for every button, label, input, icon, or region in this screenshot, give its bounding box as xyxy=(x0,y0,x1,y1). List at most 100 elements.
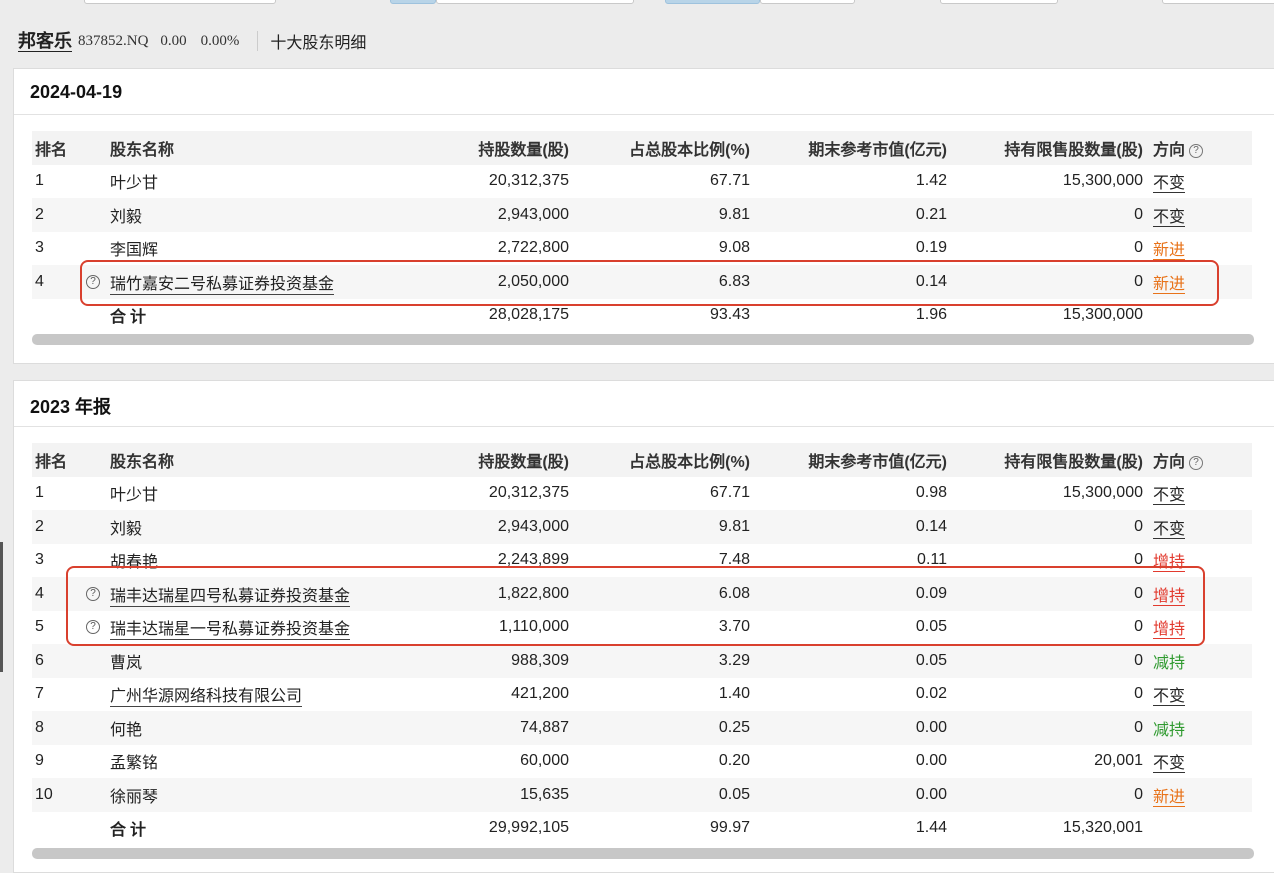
table-row: 2 刘毅 2,943,000 9.81 0.14 0 不变 xyxy=(32,510,1252,544)
share-ratio-cell: 0.05 xyxy=(569,778,750,812)
shareholder-name-cell: 叶少甘 xyxy=(110,476,404,510)
stock-name-link[interactable]: 邦客乐 xyxy=(18,31,72,52)
market-value-cell: 0.00 xyxy=(915,752,947,770)
total-restricted-shares: 15,320,001 xyxy=(1062,819,1143,837)
shareholder-name-cell: 孟繁铭 xyxy=(110,744,404,778)
info-cell xyxy=(76,678,110,712)
rank-cell: 10 xyxy=(32,778,76,812)
market-value-cell: 0.00 xyxy=(750,778,947,812)
total-share-ratio: 99.97 xyxy=(709,819,750,837)
direction-link[interactable]: 不变 xyxy=(1153,208,1186,227)
direction-link[interactable]: 新进 xyxy=(1153,242,1186,261)
column-header: 方向? xyxy=(1143,443,1252,477)
column-header: 排名 xyxy=(32,443,76,477)
stock-change-pct: 0.00% xyxy=(200,32,240,49)
direction-link[interactable]: 减持 xyxy=(1153,722,1185,739)
direction-link[interactable]: 不变 xyxy=(1153,520,1186,539)
info-cell xyxy=(76,711,110,745)
rank-cell: 1 xyxy=(35,172,44,190)
market-value-cell: 0.98 xyxy=(915,484,947,502)
total-label: 合计 xyxy=(110,811,404,845)
table-row: 7 广州华源网络科技有限公司 421,200 1.40 0.02 0 不变 xyxy=(32,677,1252,712)
column-header-label: 股东名称 xyxy=(110,453,175,471)
rank-cell xyxy=(32,299,76,333)
help-icon[interactable]: ? xyxy=(1189,143,1204,158)
header-divider xyxy=(257,31,259,51)
direction-link[interactable]: 不变 xyxy=(1153,755,1186,774)
direction-link[interactable]: 不变 xyxy=(1153,175,1186,194)
restricted-shares-cell: 0 xyxy=(947,510,1143,544)
shareholder-name: 刘毅 xyxy=(110,520,143,538)
section-title: 2024-04-19 xyxy=(30,82,123,102)
market-value-cell: 0.14 xyxy=(750,510,947,544)
table-header-row: 排名 股东名称 持股数量(股) 占总股本比例(%) 期末参考市值(亿元) 持有限售股数量(… xyxy=(32,131,1252,165)
total-shares-held: 29,992,105 xyxy=(488,819,569,837)
direction-link[interactable]: 不变 xyxy=(1153,688,1186,707)
shareholder-name-link[interactable]: 广州华源网络科技有限公司 xyxy=(110,688,303,708)
horizontal-scrollbar[interactable] xyxy=(32,334,1254,345)
share-ratio-cell: 1.40 xyxy=(718,685,750,703)
help-icon[interactable]: ? xyxy=(1189,455,1204,470)
restricted-shares-cell: 0 xyxy=(947,778,1143,812)
direction-link[interactable]: 新进 xyxy=(1153,788,1186,807)
shareholder-name-cell: 刘毅 xyxy=(110,198,404,232)
direction-cell: 不变 xyxy=(1143,165,1252,199)
info-cell xyxy=(76,165,110,199)
market-value-cell: 0.02 xyxy=(915,685,947,703)
column-header-label: 期末参考市值(亿元) xyxy=(808,141,947,159)
rank-cell: 4 xyxy=(32,265,76,299)
column-header: 期末参考市值(亿元) xyxy=(750,443,947,477)
toolbar-select-2[interactable] xyxy=(1162,0,1274,4)
direction-link[interactable]: 减持 xyxy=(1153,655,1185,672)
rank-cell: 1 xyxy=(35,484,44,502)
column-header: 占总股本比例(%) xyxy=(569,443,750,477)
info-cell xyxy=(76,812,110,846)
toolbar-select[interactable] xyxy=(940,0,1058,4)
info-cell xyxy=(76,778,110,812)
toolbar-segment-active[interactable] xyxy=(665,0,760,4)
table-row: 1 叶少甘 20,312,375 67.71 1.42 15,300,000 不变 xyxy=(32,164,1252,199)
table-row: 2 刘毅 2,943,000 9.81 0.21 0 不变 xyxy=(32,198,1252,232)
rank-cell: 7 xyxy=(35,685,44,703)
shareholder-name-cell: 徐丽琴 xyxy=(110,778,404,812)
divider xyxy=(14,114,1274,115)
shareholder-name: 徐丽琴 xyxy=(110,788,159,806)
shares-held-cell: 20,312,375 xyxy=(488,484,569,502)
highlight-box xyxy=(80,260,1219,306)
toolbar-tab-active[interactable] xyxy=(390,0,436,4)
column-header xyxy=(76,443,110,477)
rank-cell: 2 xyxy=(32,198,76,232)
column-header-label: 持有限售股数量(股) xyxy=(1004,453,1143,471)
direction-cell: 减持 xyxy=(1143,644,1252,678)
column-header: 持股数量(股) xyxy=(404,131,569,165)
shareholder-name: 孟繁铭 xyxy=(110,755,159,773)
page-title: 十大股东明细 xyxy=(270,35,367,52)
horizontal-scrollbar[interactable] xyxy=(32,848,1254,859)
share-ratio-cell: 0.20 xyxy=(718,752,750,770)
direction-cell: 不变 xyxy=(1143,678,1252,712)
direction-cell: 不变 xyxy=(1143,198,1252,232)
info-cell xyxy=(76,644,110,678)
shareholder-name: 叶少甘 xyxy=(110,175,159,193)
shares-held-cell: 421,200 xyxy=(511,685,569,703)
share-ratio-cell: 9.81 xyxy=(569,510,750,544)
stock-code: 837852.NQ xyxy=(78,32,149,49)
total-row: 合计 29,992,105 99.97 1.44 15,320,001 xyxy=(32,811,1252,846)
highlight-box xyxy=(66,566,1205,646)
rank-cell: 9 xyxy=(35,752,44,770)
column-header: 排名 xyxy=(32,131,76,165)
divider xyxy=(14,426,1274,427)
share-ratio-cell: 67.71 xyxy=(709,484,750,502)
toolbar-control[interactable] xyxy=(84,0,276,4)
direction-cell: 不变 xyxy=(1143,477,1252,511)
market-value-cell: 0.00 xyxy=(750,711,947,745)
direction-cell xyxy=(1143,812,1252,846)
toolbar-tabs[interactable] xyxy=(436,0,634,4)
shareholder-name-cell: 叶少甘 xyxy=(110,164,404,198)
toolbar-segment[interactable] xyxy=(760,0,855,4)
column-header: 占总股本比例(%) xyxy=(569,131,750,165)
section-title: 2023 年报 xyxy=(30,397,112,417)
direction-link[interactable]: 不变 xyxy=(1153,487,1186,506)
share-ratio-cell: 9.81 xyxy=(569,198,750,232)
restricted-shares-cell: 0 xyxy=(947,644,1143,678)
